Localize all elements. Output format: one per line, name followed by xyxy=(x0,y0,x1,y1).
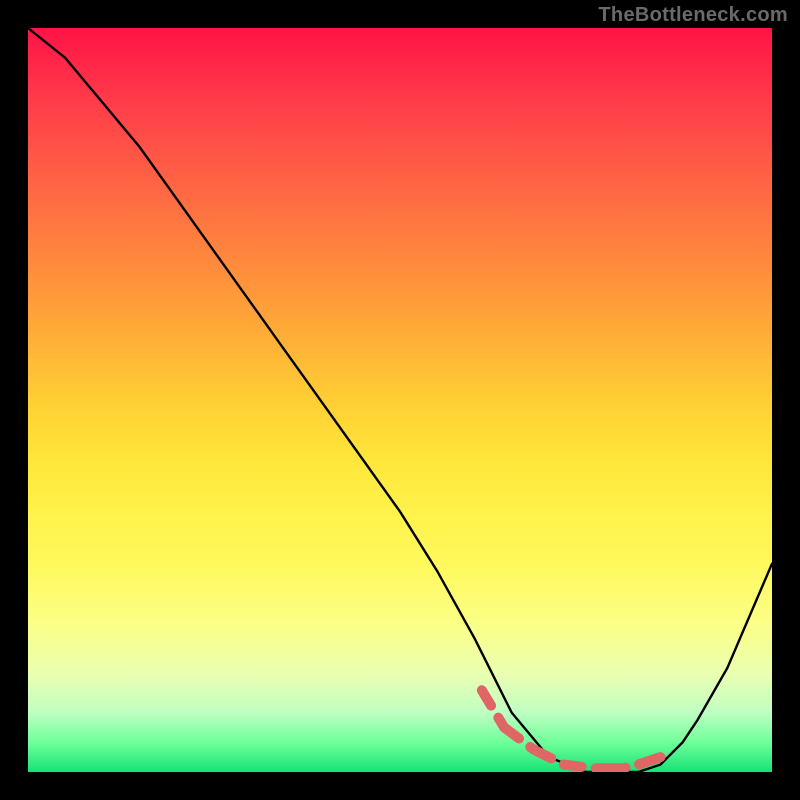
plot-area xyxy=(28,28,772,772)
chart-root: TheBottleneck.com xyxy=(0,0,800,800)
bottleneck-curve xyxy=(28,28,772,772)
gradient-plot xyxy=(28,28,772,772)
watermark-text: TheBottleneck.com xyxy=(598,4,788,27)
valley-highlight-dashed xyxy=(482,690,661,768)
